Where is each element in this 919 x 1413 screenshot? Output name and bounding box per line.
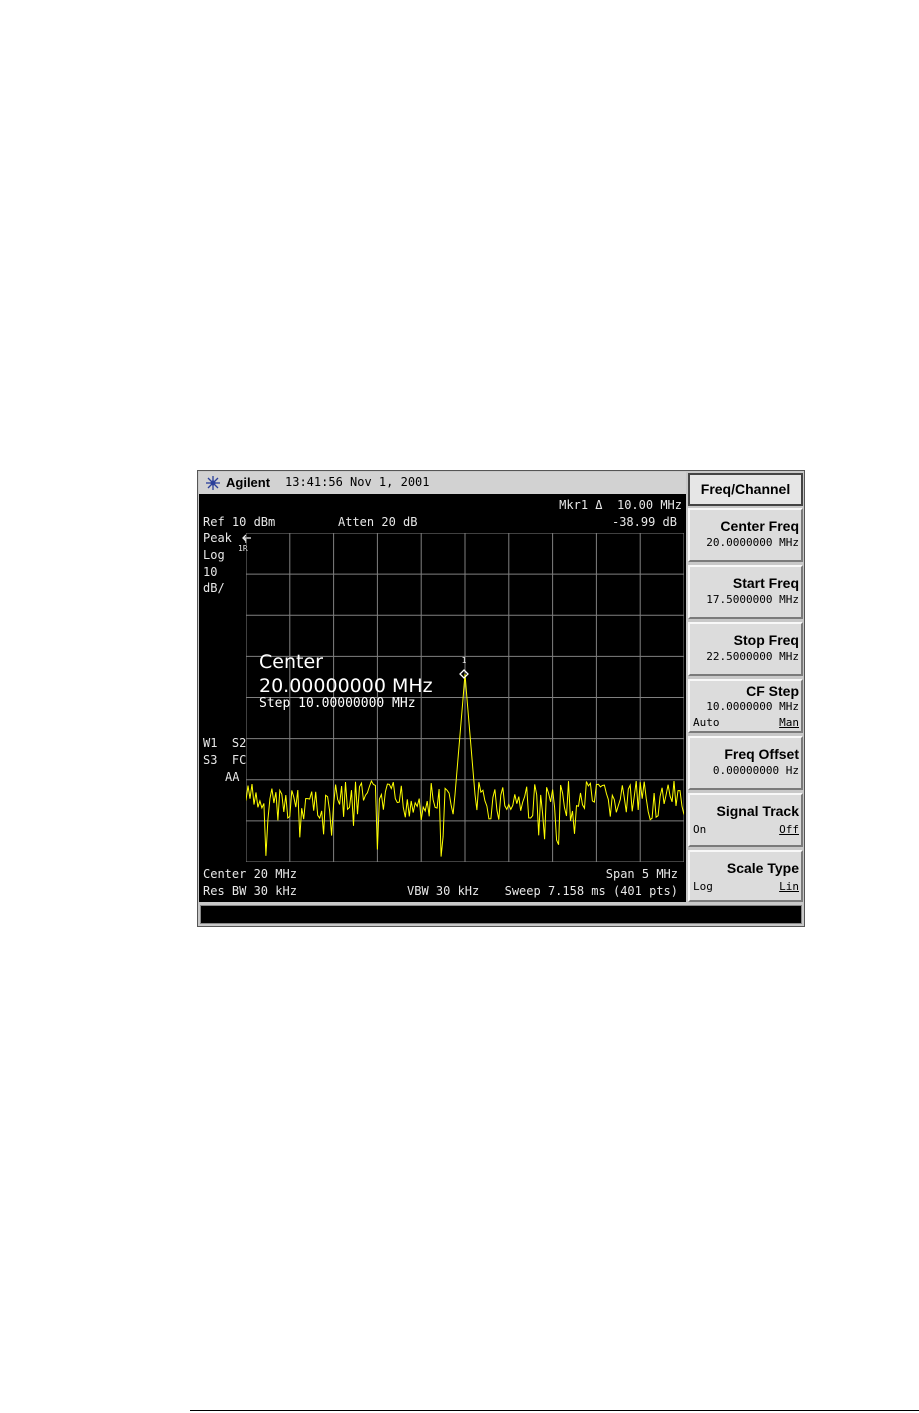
start-freq-softkey[interactable]: Start Freq 17.5000000 MHz: [688, 565, 803, 619]
scale-value: 10: [203, 565, 218, 579]
step-size-readout: Step 10.00000000 MHz: [259, 696, 416, 711]
sweep-time: Sweep 7.158 ms (401 pts): [504, 884, 678, 898]
softkey-value: 22.5000000 MHz: [706, 650, 799, 663]
softkey-option-log: Log: [693, 880, 713, 893]
marker-delta-amplitude: -38.99 dB: [611, 515, 677, 529]
page-footer-rule: [190, 1410, 919, 1411]
softkey-option-lin: Lin: [779, 880, 799, 893]
timestamp: 13:41:56 Nov 1, 2001: [285, 475, 430, 489]
softkey-label: Stop Freq: [733, 632, 799, 648]
annotation-w1-s2: W1 S2: [203, 736, 247, 750]
spectrum-analyzer-display: Agilent 13:41:56 Nov 1, 2001 Mkr1 Δ 10.0…: [197, 470, 805, 927]
marker-1-icon: [459, 669, 469, 679]
ref-level: Ref 10 dBm: [203, 515, 276, 529]
active-function-title: Center: [259, 651, 323, 673]
status-line: [200, 905, 802, 924]
attenuation: Atten 20 dB: [338, 515, 418, 529]
softkey-label: Signal Track: [716, 803, 799, 819]
agilent-logo-icon: [206, 476, 220, 490]
signal-track-softkey[interactable]: Signal Track On Off: [688, 793, 803, 847]
softkey-label: Freq Offset: [724, 746, 799, 762]
softkey-option-off: Off: [779, 823, 799, 836]
softkey-label: Center Freq: [720, 518, 799, 534]
softkey-option-man: Man: [779, 716, 799, 729]
annotation-s3-fc: S3 FC: [203, 753, 247, 767]
annotation-aa: AA: [225, 770, 240, 784]
marker-number: 1: [462, 656, 467, 665]
stop-freq-softkey[interactable]: Stop Freq 22.5000000 MHz: [688, 622, 803, 676]
softkey-menu: Freq/Channel Center Freq 20.0000000 MHz …: [688, 472, 804, 902]
softkey-value: 0.00000000 Hz: [712, 764, 799, 777]
cf-step-softkey[interactable]: CF Step 10.0000000 MHz Auto Man: [688, 679, 803, 733]
measurement-screen: Agilent 13:41:56 Nov 1, 2001 Mkr1 Δ 10.0…: [199, 472, 686, 902]
freq-offset-softkey[interactable]: Freq Offset 0.00000000 Hz: [688, 736, 803, 790]
scale-type-softkey[interactable]: Scale Type Log Lin: [688, 850, 803, 902]
scale-unit: dB/: [203, 581, 225, 595]
softkey-option-on: On: [693, 823, 707, 836]
marker-delta-freq: Mkr1 Δ 10.00 MHz: [559, 498, 682, 512]
detector-mode: Peak: [203, 531, 232, 545]
softkey-value: 20.0000000 MHz: [706, 536, 799, 549]
softkey-value: 17.5000000 MHz: [706, 593, 799, 606]
video-bandwidth: VBW 30 kHz: [407, 884, 480, 898]
active-function-entry: Center 20.00000000 MHz: [259, 650, 433, 698]
scale-type-label: Log: [203, 548, 225, 562]
softkey-label: CF Step: [746, 683, 799, 699]
softkey-label: Scale Type: [726, 860, 799, 876]
center-freq-softkey[interactable]: Center Freq 20.0000000 MHz: [688, 508, 803, 562]
softkey-option-auto: Auto: [693, 716, 720, 729]
softkey-label: Start Freq: [732, 575, 799, 591]
menu-title: Freq/Channel: [688, 473, 803, 506]
brand-name: Agilent: [226, 475, 271, 490]
title-bar: Agilent 13:41:56 Nov 1, 2001: [199, 472, 686, 494]
center-frequency: Center 20 MHz: [203, 867, 297, 881]
span: Span 5 MHz: [605, 867, 678, 881]
active-function-value: 20.00000000 MHz: [259, 675, 433, 697]
softkey-value: 10.0000000 MHz: [706, 700, 799, 713]
resolution-bandwidth: Res BW 30 kHz: [203, 884, 297, 898]
